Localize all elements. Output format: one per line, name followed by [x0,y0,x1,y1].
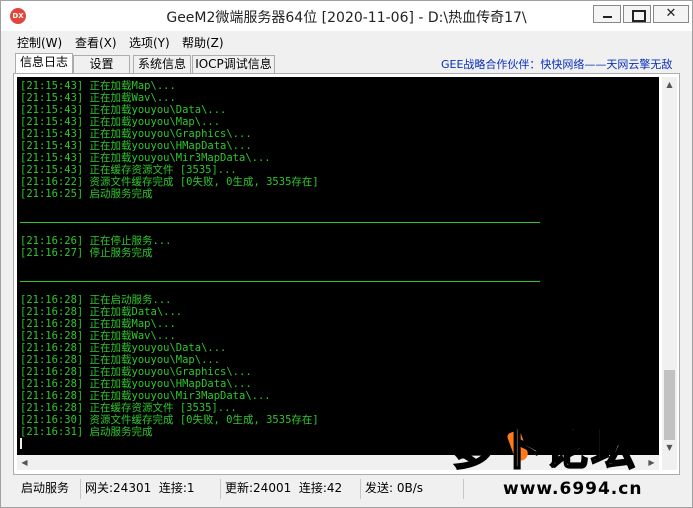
status-state: 启动服务 [21,481,70,495]
log-line: [21:16:28] 正在加载Data\... [20,306,183,318]
close-icon: ✕ [665,6,677,21]
log-line: [21:15:43] 正在加载youyou\Data\... [20,104,227,116]
status-gateway: 网关:24301 连接:1 [80,479,215,499]
gateway-connections: 连接:1 [158,481,195,495]
menu-control[interactable]: 控制(W) [17,34,62,51]
log-line: [21:16:28] 正在加载youyou\Map\... [20,354,221,366]
log-console[interactable]: [21:15:43] 正在加载Map\... [21:15:43] 正在加载Wav… [17,77,659,455]
log-line: [21:15:43] 正在加载youyou\Mir3MapData\... [20,152,271,164]
log-line: [21:16:27] 停止服务完成 [20,247,153,259]
scroll-left-icon[interactable]: ◀ [17,455,32,470]
title-bar[interactable]: DX GeeM2微端服务器64位 [2020-11-06] - D:\热血传奇1… [1,1,692,31]
log-line: [21:16:28] 正在启动服务... [20,294,172,306]
log-line: [21:16:28] 正在加载youyou\Graphics\... [20,366,252,378]
main-window: DX GeeM2微端服务器64位 [2020-11-06] - D:\热血传奇1… [0,0,693,508]
close-button[interactable]: ✕ [653,5,689,23]
update-port: 更新:24001 [225,481,292,495]
log-block-2: [21:16:26] 正在停止服务... [21:16:27] 停止服务完成 [20,235,659,259]
log-line: [21:16:26] 正在停止服务... [20,235,172,247]
text-caret [20,438,22,449]
log-separator [20,281,540,282]
log-line: [21:15:43] 正在加载youyou\Graphics\... [20,128,252,140]
log-block-1: [21:15:43] 正在加载Map\... [21:15:43] 正在加载Wav… [20,80,659,200]
gateway-port: 网关:24301 [85,481,152,495]
log-line: [21:16:28] 正在加载youyou\Mir3MapData\... [20,390,271,402]
menu-options[interactable]: 选项(Y) [129,34,170,51]
status-send-rate: 发送: 0B/s [360,479,460,499]
maximize-button[interactable] [623,5,651,23]
log-line: [21:16:28] 正在加载Map\... [20,318,176,330]
tab-info-log[interactable]: 信息日志 [15,53,73,73]
log-line: [21:15:43] 正在加载Wav\... [20,92,176,104]
watermark-url: www.6994.cn [503,479,643,499]
log-line: [21:15:43] 正在加载youyou\Map\... [20,116,221,128]
log-line: [21:16:28] 正在加载youyou\Data\... [20,342,227,354]
log-line: [21:15:43] 正在加载Map\... [20,80,176,92]
partner-link[interactable]: GEE战略合作伙伴：快快网络——天网云擎无敌 [441,56,672,72]
tab-iocp-debug[interactable]: IOCP调试信息 [192,55,275,73]
scroll-up-icon[interactable]: ▲ [662,77,677,92]
window-title: GeeM2微端服务器64位 [2020-11-06] - D:\热血传奇17\ [166,10,527,26]
log-line: [21:15:43] 正在缓存资源文件 [3535]... [20,164,237,176]
log-separator [20,222,540,223]
minimize-button[interactable] [593,5,621,23]
menu-bar: 控制(W) 查看(X) 选项(Y) 帮助(Z) [1,31,692,51]
menu-view[interactable]: 查看(X) [75,34,117,51]
tab-settings[interactable]: 设置 [73,55,130,73]
watermark-logo: 萝卜论坛 www.6994.cn [451,411,687,503]
watermark-logo-text: 萝卜论坛 [452,423,637,476]
log-line: [21:16:28] 正在加载youyou\HMapData\... [20,378,252,390]
status-update: 更新:24001 连接:42 [220,479,357,499]
menu-help[interactable]: 帮助(Z) [182,34,224,51]
log-line: [21:16:28] 正在加载Wav\... [20,330,176,342]
log-line: [21:15:43] 正在加载youyou\HMapData\... [20,140,252,152]
log-line: [21:16:22] 资源文件缓存完成 [0失败, 0生成, 3535存在] [20,176,319,188]
vertical-scrollbar[interactable]: ▲ ▼ [662,77,677,455]
tab-system-info[interactable]: 系统信息 [133,55,191,73]
log-line: [21:16:25] 启动服务完成 [20,188,153,200]
update-connections: 连接:42 [298,481,343,495]
